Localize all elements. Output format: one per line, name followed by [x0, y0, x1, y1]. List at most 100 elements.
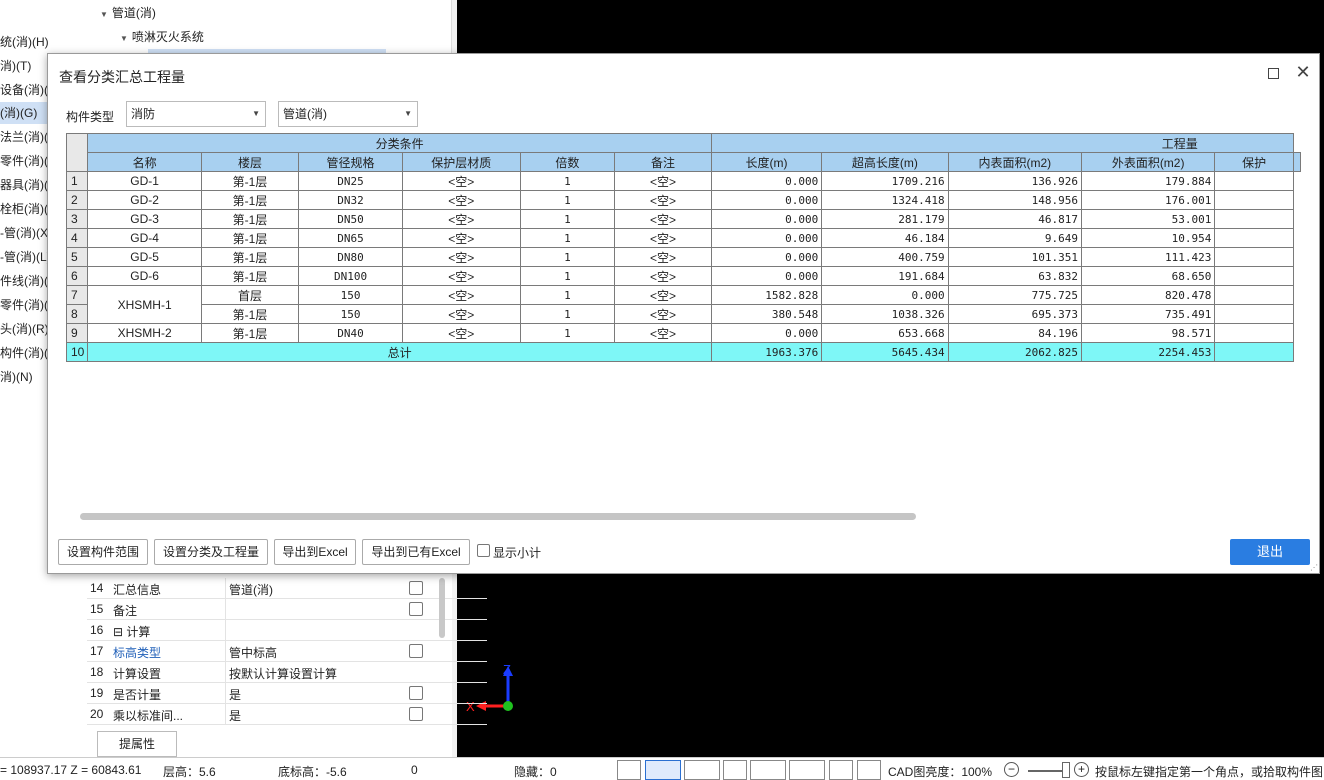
export-existing-excel-button[interactable]: 导出到已有Excel — [362, 539, 470, 565]
table-row[interactable]: 7 XHSMH-1 首层 150 <空> 1 <空> 1582.828 0.000 775.725… — [66, 285, 1301, 324]
property-value[interactable]: 管道(消) — [225, 578, 395, 599]
column-header[interactable]: 长度(m) — [710, 152, 823, 172]
export-excel-button[interactable]: 导出到Excel — [274, 539, 356, 565]
set-range-button[interactable]: 设置构件范围 — [58, 539, 148, 565]
property-value[interactable]: 是 — [225, 704, 395, 725]
table-row[interactable]: 2 GD-2 第-1层 DN32 <空> 1 <空> 0.000 1324.418 148.956… — [66, 190, 1301, 210]
tree-node-sprinkler[interactable]: ▼ 喷淋灭火系统 — [120, 28, 204, 45]
property-value[interactable]: 是 — [225, 683, 395, 704]
table-row[interactable]: 9 XHSMH-2 第-1层 DN40 <空> 1 <空> 0.000 653.668 84.19… — [66, 323, 1301, 343]
column-header[interactable]: 名称 — [87, 152, 202, 172]
property-row[interactable]: 18 计算设置 按默认计算设置计算 — [87, 662, 487, 683]
column-header[interactable]: 保护 — [1214, 152, 1294, 172]
column-header[interactable]: 外表面积(m2) — [1080, 152, 1216, 172]
left-tree-item[interactable]: 构件(消)(K) — [0, 342, 50, 364]
property-checkbox[interactable] — [409, 686, 423, 700]
total-label: 总计 — [87, 342, 712, 362]
property-name: 是否计量 — [113, 688, 162, 702]
row-number[interactable]: 1 — [66, 171, 89, 191]
table-row[interactable]: 4 GD-4 第-1层 DN65 <空> 1 <空> 0.000 46.184 9.649 10.9… — [66, 228, 1301, 248]
view-3d-button[interactable] — [684, 760, 720, 780]
table-row[interactable]: 8 第-1层 150 <空> 1 <空> 380.548 1038.326 695.373 735… — [66, 304, 1301, 324]
row-number[interactable]: 7 — [66, 285, 89, 305]
property-scrollbar[interactable] — [439, 578, 445, 638]
left-tree-item[interactable]: 件线(消)(Z) — [0, 270, 50, 292]
row-number[interactable]: 5 — [66, 247, 89, 267]
zoom-out-icon[interactable]: − — [1004, 762, 1019, 777]
extract-properties-button[interactable]: 提属性 — [97, 731, 177, 757]
left-tree-item[interactable]: 零件(消)(A) — [0, 150, 50, 172]
cell-spec: 150 — [298, 285, 403, 305]
left-tree-item[interactable]: -管(消)(X) — [0, 222, 50, 244]
total-row[interactable]: 10 总计 1963.376 5645.434 2062.825 2254.453 — [66, 342, 1301, 362]
exit-button[interactable]: 退出 — [1230, 539, 1310, 565]
left-tree-item[interactable]: 设备(消)(S) — [0, 79, 50, 101]
curve-button[interactable] — [857, 760, 881, 780]
property-value[interactable] — [225, 620, 395, 641]
property-panel: 14 汇总信息 管道(消) 15 备注 16 ⊟ 计算 17 标高类型 管中标高 18 计算设置 按默认… — [50, 574, 487, 757]
property-row[interactable]: 16 ⊟ 计算 — [87, 620, 487, 641]
maximize-icon[interactable] — [1268, 68, 1279, 79]
cell-mult: 1 — [519, 323, 616, 343]
left-tree-item[interactable]: 统(消)(H) — [0, 31, 50, 53]
left-tree-item[interactable]: 栓柜(消)(P) — [0, 198, 50, 220]
left-tree-item[interactable]: (消)(G) — [0, 102, 50, 124]
select-mode-button[interactable] — [645, 760, 681, 780]
row-number[interactable]: 2 — [66, 190, 89, 210]
table-row[interactable]: 3 GD-3 第-1层 DN50 <空> 1 <空> 0.000 281.179 46.817 53… — [66, 209, 1301, 229]
table-row[interactable]: 6 GD-6 第-1层 DN100 <空> 1 <空> 0.000 191.684 63.832 6… — [66, 266, 1301, 286]
row-number[interactable]: 8 — [66, 304, 89, 324]
offset-button[interactable] — [789, 760, 825, 780]
angle-button[interactable] — [750, 760, 786, 780]
row-number[interactable]: 10 — [66, 342, 89, 362]
property-checkbox[interactable] — [409, 707, 423, 721]
property-checkbox[interactable] — [409, 644, 423, 658]
property-row[interactable]: 19 是否计量 是 — [87, 683, 487, 704]
row-number[interactable]: 4 — [66, 228, 89, 248]
column-header[interactable]: 保护层材质 — [401, 152, 521, 172]
close-icon[interactable]: ✕ — [1294, 63, 1312, 81]
property-value[interactable]: 管中标高 — [225, 641, 395, 662]
column-header[interactable]: 楼层 — [200, 152, 300, 172]
display-button[interactable] — [829, 760, 853, 780]
property-value[interactable] — [225, 599, 395, 620]
brightness-slider-knob[interactable] — [1062, 762, 1070, 778]
set-classify-button[interactable]: 设置分类及工程量 — [154, 539, 268, 565]
resize-grip-icon[interactable]: ⋰ — [1310, 564, 1319, 573]
column-header[interactable]: 内表面积(m2) — [947, 152, 1082, 172]
grid-corner[interactable] — [66, 133, 89, 172]
left-tree-item[interactable]: 法兰(消)(F) — [0, 126, 50, 148]
left-tree-item[interactable]: 头(消)(R) — [0, 318, 50, 340]
row-number[interactable]: 6 — [66, 266, 89, 286]
property-row[interactable]: 20 乘以标准间... 是 — [87, 704, 487, 725]
property-value[interactable]: 按默认计算设置计算 — [225, 662, 395, 683]
property-row[interactable]: 14 汇总信息 管道(消) — [87, 578, 487, 599]
left-tree-item[interactable]: 器具(消)(Y) — [0, 174, 50, 196]
status-bar: = 108937.17 Z = 60843.61 层高：5.6 底标高：-5.6… — [0, 757, 1324, 780]
snap-cross-button[interactable] — [723, 760, 747, 780]
left-tree-item[interactable]: 消)(N) — [0, 366, 50, 388]
property-checkbox[interactable] — [409, 581, 423, 595]
left-tree-item[interactable]: 消)(T) — [0, 55, 50, 77]
row-number[interactable]: 3 — [66, 209, 89, 229]
zoom-in-icon[interactable]: + — [1074, 762, 1089, 777]
column-header[interactable]: 超高长度(m) — [821, 152, 949, 172]
table-row[interactable]: 5 GD-5 第-1层 DN80 <空> 1 <空> 0.000 400.759 101.351 1… — [66, 247, 1301, 267]
category-select[interactable]: 消防 ▼ — [126, 101, 266, 127]
row-number[interactable]: 9 — [66, 323, 89, 343]
property-row[interactable]: 15 备注 — [87, 599, 487, 620]
left-tree-item[interactable]: -管(消)(L) — [0, 246, 50, 268]
left-tree-item[interactable]: 零件(消)(J) — [0, 294, 50, 316]
property-row[interactable]: 17 标高类型 管中标高 — [87, 641, 487, 662]
horizontal-scrollbar[interactable] — [80, 513, 916, 520]
property-checkbox[interactable] — [409, 602, 423, 616]
cell-floor: 首层 — [200, 285, 300, 305]
column-header[interactable]: 备注 — [614, 152, 712, 172]
component-type-select[interactable]: 管道(消) ▼ — [278, 101, 418, 127]
ortho-toggle-button[interactable] — [617, 760, 641, 780]
table-row[interactable]: 1 GD-1 第-1层 DN25 <空> 1 <空> 0.000 1709.216 136.926… — [66, 171, 1301, 191]
show-subtotal-checkbox[interactable] — [477, 544, 490, 557]
tree-node-pipe[interactable]: ▼ 管道(消) — [100, 4, 156, 21]
column-header[interactable]: 管径规格 — [298, 152, 403, 172]
column-header[interactable]: 倍数 — [519, 152, 616, 172]
